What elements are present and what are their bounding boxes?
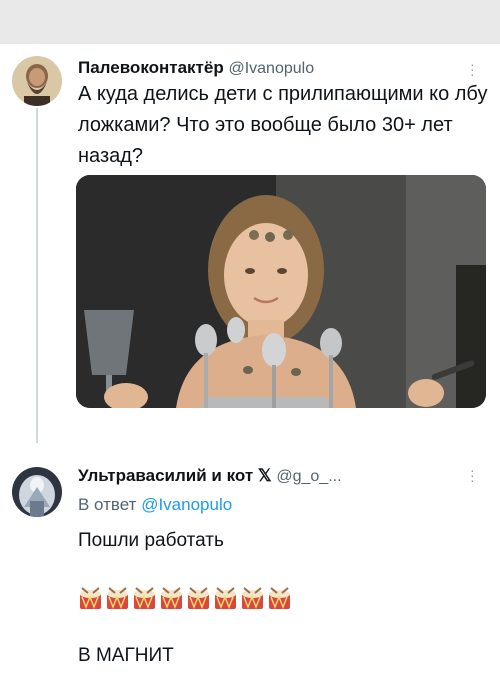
drum-emoji-row: [78, 585, 292, 613]
reply-to-line: В ответ @Ivanopulo: [78, 495, 232, 515]
reply-to-handle[interactable]: @Ivanopulo: [141, 495, 232, 514]
photo-girl-with-spoons: [76, 175, 486, 408]
thread-connector-line: [36, 108, 38, 443]
drum-icon: [215, 587, 236, 610]
tweet-photo[interactable]: [76, 175, 486, 408]
reply-text-line-1: Пошли работать: [78, 530, 224, 551]
drum-icon: [134, 587, 155, 610]
reply-to-prefix: В ответ: [78, 495, 137, 514]
drum-icon: [80, 587, 101, 610]
reply-author-handle[interactable]: @g_o_...: [276, 468, 341, 485]
drum-icon: [107, 587, 128, 610]
reply-header: Ультравасилий и кот 𝕏 @g_o_...: [78, 466, 342, 486]
drum-icon: [161, 587, 182, 610]
author-avatar[interactable]: [12, 56, 62, 106]
tweet-header: Палевоконтактёр @Ivanopulo: [78, 58, 314, 78]
drum-icon: [269, 587, 290, 610]
more-dots-icon[interactable]: · · ·: [470, 57, 475, 81]
reply-text-line-2: В МАГНИТ: [78, 645, 174, 666]
x-logo-icon: 𝕏: [257, 466, 272, 485]
drum-icon: [188, 587, 209, 610]
tweet-text: А куда делись дети с прилипающими ко лбу…: [78, 83, 488, 167]
reply-author-avatar[interactable]: [12, 467, 62, 517]
more-dots-icon[interactable]: · · ·: [470, 463, 475, 487]
drum-icon: [242, 587, 263, 610]
author-name[interactable]: Палевоконтактёр: [78, 58, 224, 77]
author-handle[interactable]: @Ivanopulo: [228, 60, 314, 77]
reply-author-name[interactable]: Ультравасилий и кот: [78, 466, 253, 485]
tweet-thread-card: Палевоконтактёр @Ivanopulo · · · А куда де…: [0, 44, 500, 682]
